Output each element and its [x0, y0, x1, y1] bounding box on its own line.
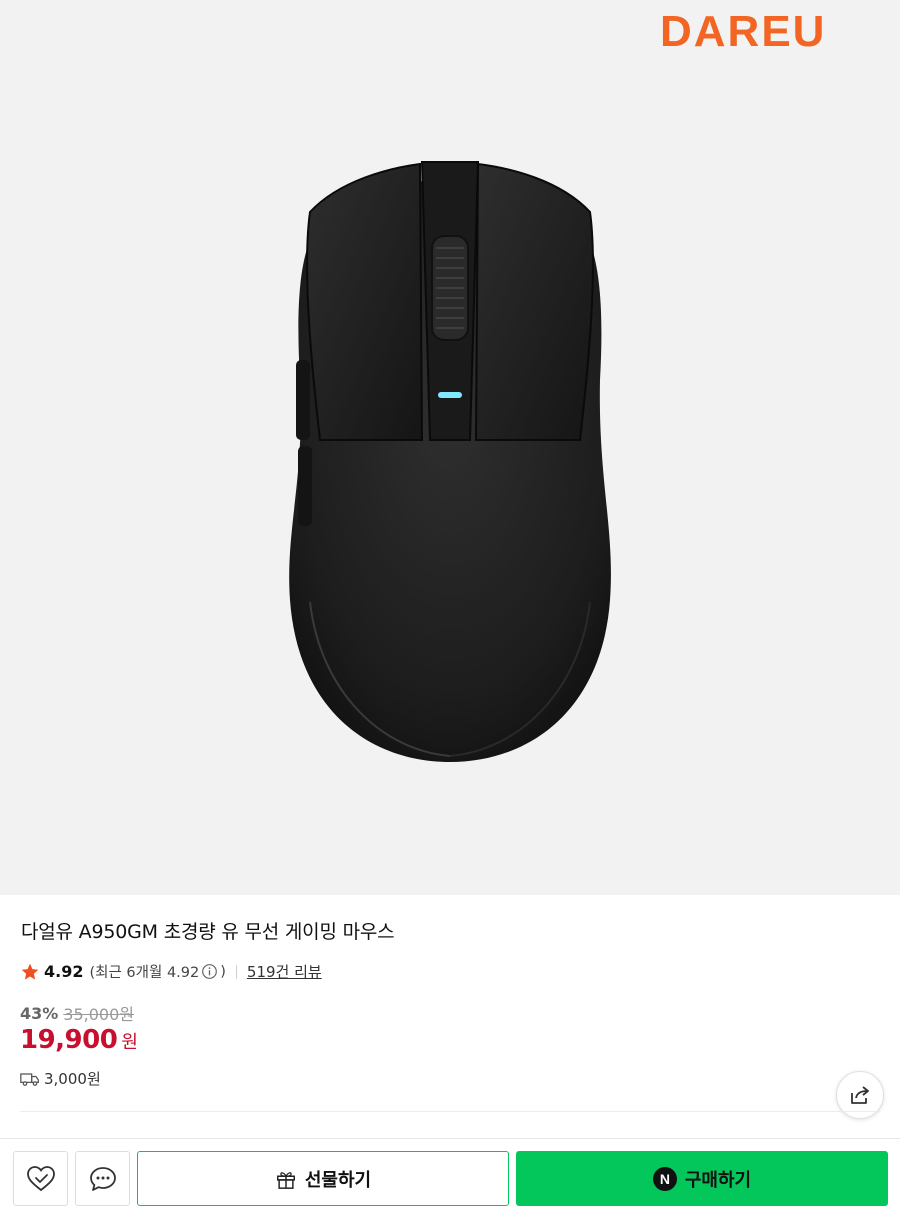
mouse-product-image — [289, 161, 611, 762]
review-count-link[interactable]: 519건 리뷰 — [247, 961, 322, 982]
share-icon — [851, 1086, 869, 1104]
rating-recent-close: ) — [220, 963, 226, 980]
price-unit: 원 — [121, 1032, 138, 1053]
shipping-fee: 3,000원 — [44, 1070, 101, 1088]
star-icon — [21, 963, 39, 980]
original-price: 35,000원 — [63, 1005, 135, 1024]
truck-icon — [20, 1072, 39, 1086]
rating-recent-label: (최근 6개월 4.92 — [89, 965, 200, 981]
svg-text:DAREU: DAREU — [660, 8, 826, 52]
product-title: 다얼유 A950GM 초경량 유 무선 게이밍 마우스 — [21, 921, 395, 943]
rating-value: 4.92 — [44, 962, 84, 981]
buy-button-label: 구매하기 — [684, 1169, 752, 1191]
rating-row: 4.92 (최근 6개월 4.92 ) 519건 리뷰 — [20, 961, 322, 982]
divider — [235, 964, 237, 979]
wishlist-button[interactable] — [13, 1151, 68, 1206]
chat-icon — [89, 1166, 116, 1191]
bottom-action-bar: 선물하기 N 구매하기 — [0, 1138, 900, 1207]
buy-button[interactable]: N 구매하기 — [516, 1151, 888, 1206]
gift-button-label: 선물하기 — [304, 1169, 372, 1191]
gift-button[interactable]: 선물하기 — [137, 1151, 509, 1206]
brand-logo: DAREU — [660, 8, 826, 52]
info-icon[interactable] — [201, 963, 218, 980]
heart-check-icon — [26, 1165, 55, 1191]
section-divider — [20, 1111, 880, 1112]
original-price-row: 43% 35,000원 — [20, 1001, 134, 1025]
discount-rate: 43% — [20, 1003, 59, 1023]
sale-price: 19,900 — [20, 1025, 118, 1055]
shipping-row: 3,000원 — [20, 1068, 101, 1089]
product-info-section: 다얼유 A950GM 초경량 유 무선 게이밍 마우스 4.92 (최근 6개월… — [0, 895, 900, 1140]
naver-pay-icon: N — [652, 1166, 677, 1191]
product-image-area[interactable]: DAREU — [0, 0, 900, 895]
sale-price-row: 19,900 원 — [20, 1025, 138, 1055]
chat-button[interactable] — [75, 1151, 130, 1206]
gift-icon — [276, 1171, 295, 1189]
